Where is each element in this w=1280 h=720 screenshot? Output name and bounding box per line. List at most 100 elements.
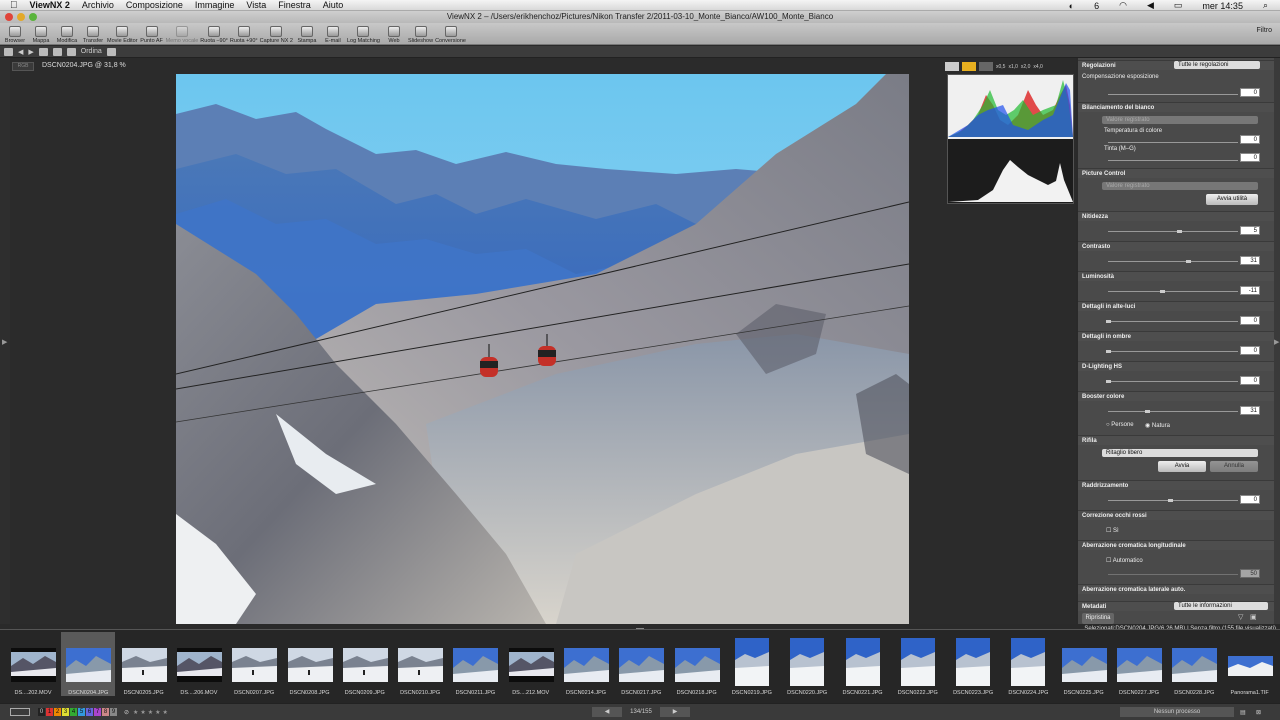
toolbar-button[interactable]: Movie Editor: [107, 26, 138, 44]
toolbar-button[interactable]: E-mail: [321, 26, 345, 44]
folder-up-icon[interactable]: [52, 47, 62, 56]
forward-arrow-icon[interactable]: ▶: [28, 48, 33, 56]
shadows-slider[interactable]: [1108, 351, 1238, 352]
fit-screen-icon[interactable]: [979, 62, 993, 71]
filmstrip-thumbnail[interactable]: DSCN0227.JPG: [1112, 632, 1166, 696]
filmstrip-thumbnail[interactable]: DSCN0204.JPG: [61, 632, 116, 696]
sharpness-value[interactable]: 5: [1240, 226, 1260, 235]
filter-icon[interactable]: ▽: [1238, 613, 1243, 621]
menu-aiuto[interactable]: Aiuto: [317, 0, 350, 10]
tint-slider[interactable]: [1108, 160, 1238, 161]
contrast-slider[interactable]: [1108, 261, 1238, 262]
menu-app[interactable]: ViewNX 2: [24, 0, 76, 10]
back-arrow-icon[interactable]: ◀: [18, 48, 23, 56]
toolbar-button[interactable]: Slideshow: [408, 26, 433, 44]
filter-toggle[interactable]: Filtro: [1256, 27, 1272, 34]
booster-radio-nature[interactable]: ◉ Natura: [1145, 422, 1170, 429]
process-cancel-icon[interactable]: ⊠: [1256, 709, 1261, 716]
wifi-icon[interactable]: ◠: [1113, 0, 1133, 11]
save-icon[interactable]: ▣: [1250, 613, 1257, 621]
next-image-button[interactable]: ▶: [660, 707, 690, 717]
crop-cancel-button[interactable]: Annulla: [1210, 461, 1258, 472]
filmstrip-thumbnail[interactable]: Panorama1.TIF: [1223, 632, 1277, 696]
brightness-value[interactable]: -11: [1240, 286, 1260, 295]
view-mode-icon[interactable]: [4, 47, 13, 56]
filmstrip-thumbnail[interactable]: DSCN0210.JPG: [393, 632, 447, 696]
wb-dropdown[interactable]: Valore registrato: [1102, 116, 1258, 124]
redeye-checkbox[interactable]: ☐ Sì: [1106, 527, 1119, 534]
temp-value[interactable]: 0: [1240, 135, 1260, 144]
minimize-window-icon[interactable]: [17, 13, 25, 21]
adjustments-dropdown[interactable]: Tutte le regolazioni: [1174, 61, 1260, 69]
launch-utility-button[interactable]: Avvia utilità: [1206, 194, 1258, 205]
toolbar-button[interactable]: Mappa: [29, 26, 53, 44]
battery-icon[interactable]: ▭: [1168, 0, 1189, 11]
toolbar-button[interactable]: Stampa: [295, 26, 319, 44]
right-panel-scroll[interactable]: ▶: [1274, 58, 1280, 624]
zoom-window-icon[interactable]: [29, 13, 37, 21]
toolbar-button[interactable]: Modifica: [55, 26, 79, 44]
lock-icon[interactable]: [66, 47, 76, 56]
straighten-slider[interactable]: [1108, 500, 1238, 501]
booster-slider[interactable]: [1108, 411, 1238, 412]
main-photo[interactable]: [176, 74, 909, 624]
info-toggle-icon[interactable]: [945, 62, 959, 71]
color-label-5[interactable]: 5: [78, 708, 85, 716]
toolbar-button[interactable]: Conversione: [435, 26, 466, 44]
booster-radio-people[interactable]: ○ Persone: [1106, 422, 1134, 428]
rating-stars[interactable]: ★★★★★: [133, 709, 170, 716]
dlighting-knob[interactable]: [1106, 380, 1111, 383]
filmstrip-thumbnail[interactable]: DSCN0223.JPG: [946, 632, 1000, 696]
toolbar-button[interactable]: Capture NX 2: [260, 26, 293, 44]
prev-image-button[interactable]: ◀: [592, 707, 622, 717]
color-label-6[interactable]: 6: [86, 708, 93, 716]
filmstrip-thumbnail[interactable]: DSCN0218.JPG: [670, 632, 724, 696]
filmstrip-thumbnail[interactable]: DSCN0219.JPG: [725, 632, 779, 696]
contrast-value[interactable]: 31: [1240, 256, 1260, 265]
shadows-knob[interactable]: [1106, 350, 1111, 353]
color-label-0[interactable]: 0: [38, 708, 45, 716]
filmstrip-thumbnail[interactable]: DSCN0208.JPG: [283, 632, 337, 696]
sort-icon[interactable]: [106, 47, 116, 56]
color-label-2[interactable]: 2: [54, 708, 61, 716]
contrast-knob[interactable]: [1186, 260, 1191, 263]
color-label-8[interactable]: 8: [102, 708, 109, 716]
clock[interactable]: mer 14:35: [1196, 1, 1249, 11]
straighten-value[interactable]: 0: [1240, 495, 1260, 504]
zoom-option[interactable]: x1,0: [1008, 64, 1017, 70]
zoom-option[interactable]: x0,5: [996, 64, 1005, 70]
filmstrip-thumbnail[interactable]: DSCN0222.JPG: [891, 632, 945, 696]
axial-ca-value[interactable]: 50: [1240, 569, 1260, 578]
filmstrip-thumbnail[interactable]: DS....206.MOV: [172, 632, 226, 696]
color-label-3[interactable]: 3: [62, 708, 69, 716]
zoom-option[interactable]: x2,0: [1021, 64, 1030, 70]
straighten-knob[interactable]: [1168, 499, 1173, 502]
spotlight-icon[interactable]: ⌕: [1257, 0, 1274, 11]
menu-vista[interactable]: Vista: [240, 0, 272, 10]
filmstrip-thumbnail[interactable]: DSCN0224.JPG: [1001, 632, 1055, 696]
tint-value[interactable]: 0: [1240, 153, 1260, 162]
rgb-badge[interactable]: RGB: [12, 62, 34, 71]
close-window-icon[interactable]: [5, 13, 13, 21]
toolbar-button[interactable]: Ruota –90°: [200, 26, 228, 44]
filmstrip-thumbnail[interactable]: DSCN0214.JPG: [559, 632, 613, 696]
reset-button[interactable]: Ripristina: [1082, 613, 1114, 624]
toolbar-button[interactable]: Punto AF: [140, 26, 164, 44]
filmstrip-thumbnail[interactable]: DSCN0220.JPG: [780, 632, 834, 696]
axial-ca-slider[interactable]: [1108, 574, 1238, 575]
sharpness-slider[interactable]: [1108, 231, 1238, 232]
filmstrip-toggle-icon[interactable]: [10, 708, 30, 716]
picture-control-dropdown[interactable]: Valore registrato: [1102, 182, 1258, 190]
collapse-right-icon[interactable]: ▶: [1274, 338, 1279, 346]
booster-knob[interactable]: [1145, 410, 1150, 413]
filmstrip-thumbnail[interactable]: DS....202.MOV: [6, 632, 60, 696]
menu-immagine[interactable]: Immagine: [189, 0, 241, 10]
temp-slider[interactable]: [1108, 142, 1238, 143]
thumbnail-view-icon[interactable]: [38, 47, 48, 56]
sort-label[interactable]: Ordina: [81, 48, 102, 55]
expand-left-icon[interactable]: ▶: [2, 338, 7, 346]
toolbar-button[interactable]: Browser: [3, 26, 27, 44]
menu-composizione[interactable]: Composizione: [120, 0, 189, 10]
color-label-9[interactable]: 9: [110, 708, 117, 716]
zoom-option[interactable]: x4,0: [1033, 64, 1042, 70]
